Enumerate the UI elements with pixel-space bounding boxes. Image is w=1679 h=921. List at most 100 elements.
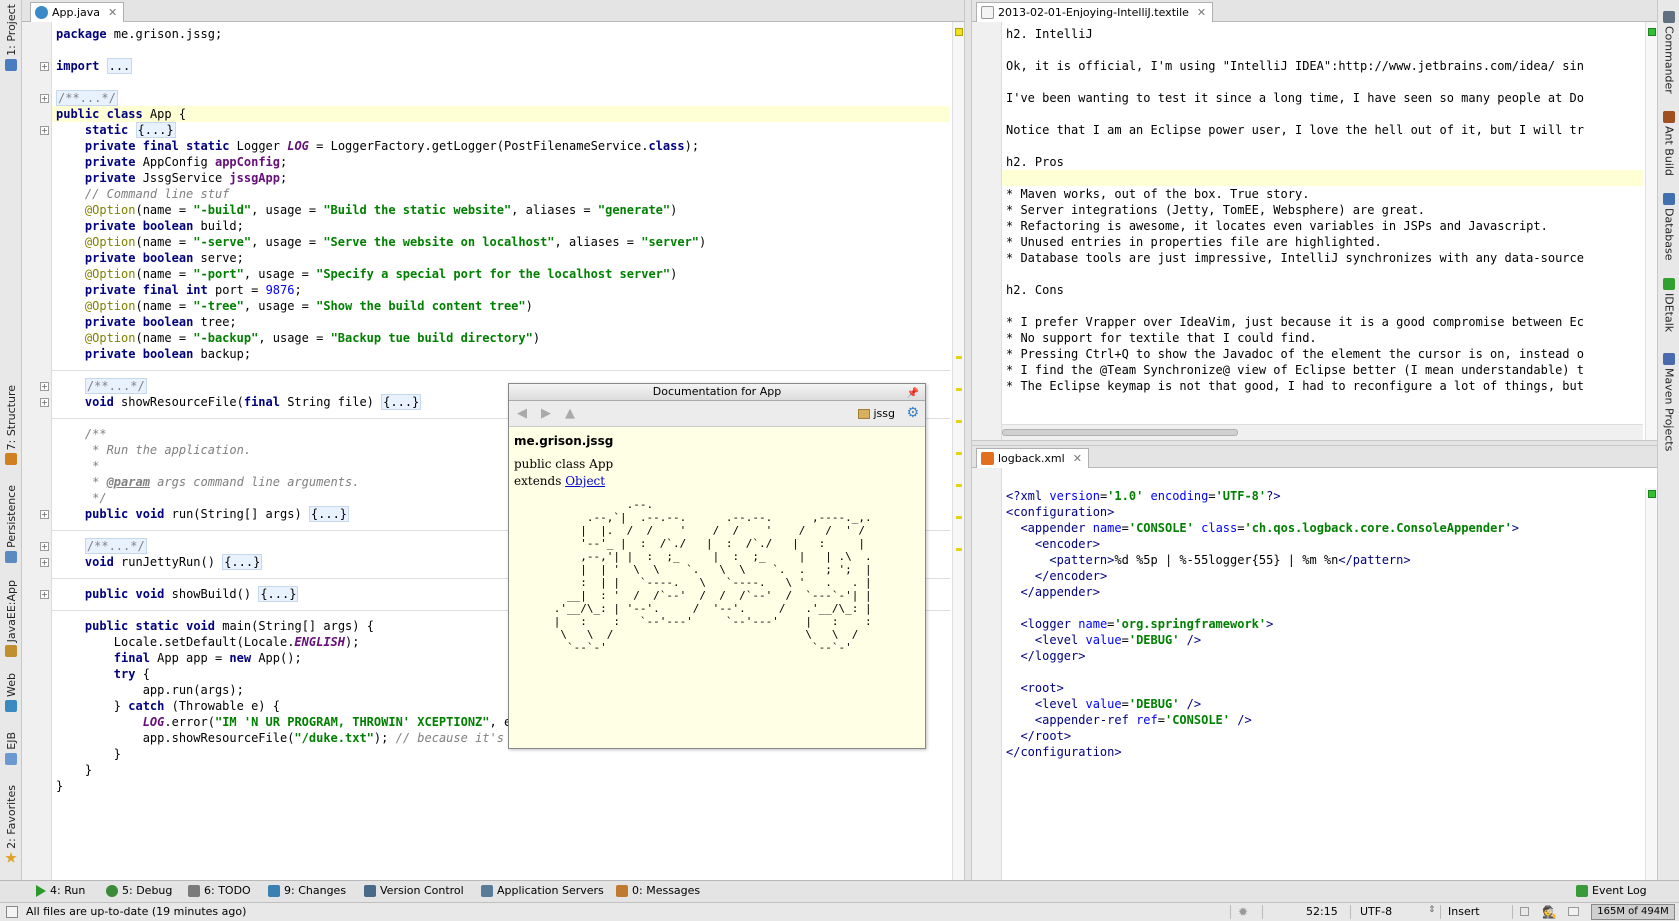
code-line[interactable]: <pattern>%d %5p | %-55logger{55} | %m %n… (1002, 552, 1643, 568)
code-line[interactable]: I've been wanting to test it since a lon… (1002, 90, 1643, 106)
object-link[interactable]: Object (565, 474, 605, 488)
fold-toggle-icon[interactable]: + (40, 94, 49, 103)
fold-toggle-icon[interactable]: + (40, 126, 49, 135)
code-line[interactable]: private boolean build; (52, 218, 950, 234)
horizontal-scrollbar[interactable] (1002, 424, 1643, 440)
code-line[interactable]: <level value='DEBUG' /> (1002, 696, 1643, 712)
tool-changes[interactable]: 9: Changes (268, 884, 346, 897)
fold-toggle-icon[interactable]: + (40, 62, 49, 71)
tool-application-servers[interactable]: Application Servers (481, 884, 604, 897)
tool-debug[interactable]: 5: Debug (106, 884, 172, 897)
code-line[interactable] (1002, 298, 1643, 314)
code-line[interactable]: </configuration> (1002, 744, 1643, 760)
tool-tab-structure[interactable]: 7: Structure (0, 385, 22, 468)
tool-tab-favorites[interactable]: 2: Favorites (0, 785, 22, 867)
code-area[interactable]: <?xml version='1.0' encoding='UTF-8'?> <c… (1002, 488, 1643, 880)
code-line[interactable]: <appender-ref ref='CONSOLE' /> (1002, 712, 1643, 728)
code-line[interactable] (1002, 170, 1643, 186)
caret-position[interactable]: 52:15 (1306, 905, 1338, 918)
tab-app-java[interactable]: App.java ✕ (30, 2, 125, 22)
tool-todo[interactable]: 6: TODO (188, 884, 251, 897)
code-line[interactable]: * Database tools are just impressive, In… (1002, 250, 1643, 266)
tool-tab-persistence[interactable]: Persistence (0, 485, 22, 566)
code-line[interactable]: * I find the @Team Synchronize@ view of … (1002, 362, 1643, 378)
tool-tab-idetalk[interactable]: IDEtalk (1658, 275, 1679, 332)
code-line[interactable]: private final int port = 9876; (52, 282, 950, 298)
code-area[interactable]: h2. IntelliJ Ok, it is official, I'm usin… (1002, 22, 1643, 424)
code-line[interactable]: // Command line stuf (52, 186, 950, 202)
warning-marker[interactable] (956, 452, 962, 455)
code-line[interactable] (1002, 74, 1643, 90)
file-encoding[interactable]: UTF-8 (1360, 905, 1392, 918)
warning-marker[interactable] (956, 388, 962, 391)
code-line[interactable]: <appender name='CONSOLE' class='ch.qos.l… (1002, 520, 1643, 536)
tool-tab-ant-build[interactable]: Ant Build (1658, 108, 1679, 176)
up-arrow-icon[interactable]: ▲ (565, 406, 575, 421)
insert-mode[interactable]: Insert (1448, 905, 1480, 918)
tool-tab-maven-projects[interactable]: Maven Projects (1658, 350, 1679, 451)
error-stripe[interactable] (952, 22, 964, 880)
code-line[interactable] (1002, 600, 1643, 616)
tool-tab-ejb[interactable]: EJB (0, 732, 22, 768)
code-line[interactable]: h2. Pros (1002, 154, 1643, 170)
tool-event-log[interactable]: Event Log (1576, 884, 1647, 897)
code-line[interactable]: private boolean tree; (52, 314, 950, 330)
code-line[interactable]: </encoder> (1002, 568, 1643, 584)
fold-toggle-icon[interactable]: + (40, 510, 49, 519)
tool-messages[interactable]: 0: Messages (616, 884, 700, 897)
tool-tab-project[interactable]: 1: Project (0, 4, 22, 74)
fold-toggle-icon[interactable]: + (40, 542, 49, 551)
pin-icon[interactable]: 📌 (907, 386, 919, 402)
code-line[interactable] (1002, 266, 1643, 282)
tool-run[interactable]: 4: Run (36, 884, 85, 897)
error-stripe[interactable] (1645, 22, 1657, 440)
code-line[interactable]: @Option(name = "-build", usage = "Build … (52, 202, 950, 218)
warning-marker[interactable] (956, 516, 962, 519)
code-line[interactable]: <level value='DEBUG' /> (1002, 632, 1643, 648)
code-line[interactable]: <encoder> (1002, 536, 1643, 552)
close-icon[interactable]: ✕ (1197, 6, 1206, 19)
code-line[interactable]: public class App { (52, 106, 950, 122)
lock-icon[interactable] (1520, 907, 1529, 916)
tool-tab-database[interactable]: Database (1658, 190, 1679, 261)
editor-gutter[interactable] (22, 22, 52, 880)
code-line[interactable]: h2. Cons (1002, 282, 1643, 298)
forward-arrow-icon[interactable]: ▶ (541, 406, 551, 421)
code-line[interactable]: private final static Logger LOG = Logger… (52, 138, 950, 154)
memory-indicator[interactable]: 165M of 494M (1591, 904, 1675, 920)
tab-textile[interactable]: 2013-02-01-Enjoying-IntelliJ.textile ✕ (976, 2, 1214, 22)
code-line[interactable]: private boolean backup; (52, 346, 950, 362)
code-line[interactable]: static {...} (52, 122, 950, 138)
code-line[interactable]: private AppConfig appConfig; (52, 154, 950, 170)
code-line[interactable] (1002, 664, 1643, 680)
code-line[interactable]: * Unused entries in properties file are … (1002, 234, 1643, 250)
fold-toggle-icon[interactable]: + (40, 590, 49, 599)
fold-toggle-icon[interactable]: + (40, 398, 49, 407)
package-chip[interactable]: jssg (858, 407, 895, 420)
scrollbar-thumb[interactable] (1002, 429, 1238, 436)
warning-marker[interactable] (956, 548, 962, 551)
tool-tab-web[interactable]: Web (0, 673, 22, 715)
code-line[interactable]: private boolean serve; (52, 250, 950, 266)
code-line[interactable]: <configuration> (1002, 504, 1643, 520)
warning-marker[interactable] (956, 356, 962, 359)
code-line[interactable] (1002, 42, 1643, 58)
editor-gutter[interactable] (972, 468, 1002, 880)
close-icon[interactable]: ✕ (108, 6, 117, 19)
code-line[interactable]: package me.grison.jssg; (52, 26, 950, 42)
code-line[interactable]: Notice that I am an Eclipse power user, … (1002, 122, 1643, 138)
toggle-tool-windows-icon[interactable] (6, 906, 18, 918)
warning-marker[interactable] (956, 484, 962, 487)
code-line[interactable]: </appender> (1002, 584, 1643, 600)
code-line[interactable]: * Server integrations (Jetty, TomEE, Web… (1002, 202, 1643, 218)
code-line[interactable]: @Option(name = "-serve", usage = "Serve … (52, 234, 950, 250)
back-arrow-icon[interactable]: ◀ (517, 406, 527, 421)
code-line[interactable]: </root> (1002, 728, 1643, 744)
code-line[interactable]: Ok, it is official, I'm using "IntelliJ … (1002, 58, 1643, 74)
code-line[interactable] (52, 74, 950, 90)
code-line[interactable]: @Option(name = "-tree", usage = "Show th… (52, 298, 950, 314)
tab-logback-xml[interactable]: logback.xml ✕ (976, 448, 1089, 468)
pane-splitter-vertical[interactable] (964, 0, 972, 880)
code-line[interactable]: h2. IntelliJ (1002, 26, 1643, 42)
code-line[interactable] (1002, 106, 1643, 122)
